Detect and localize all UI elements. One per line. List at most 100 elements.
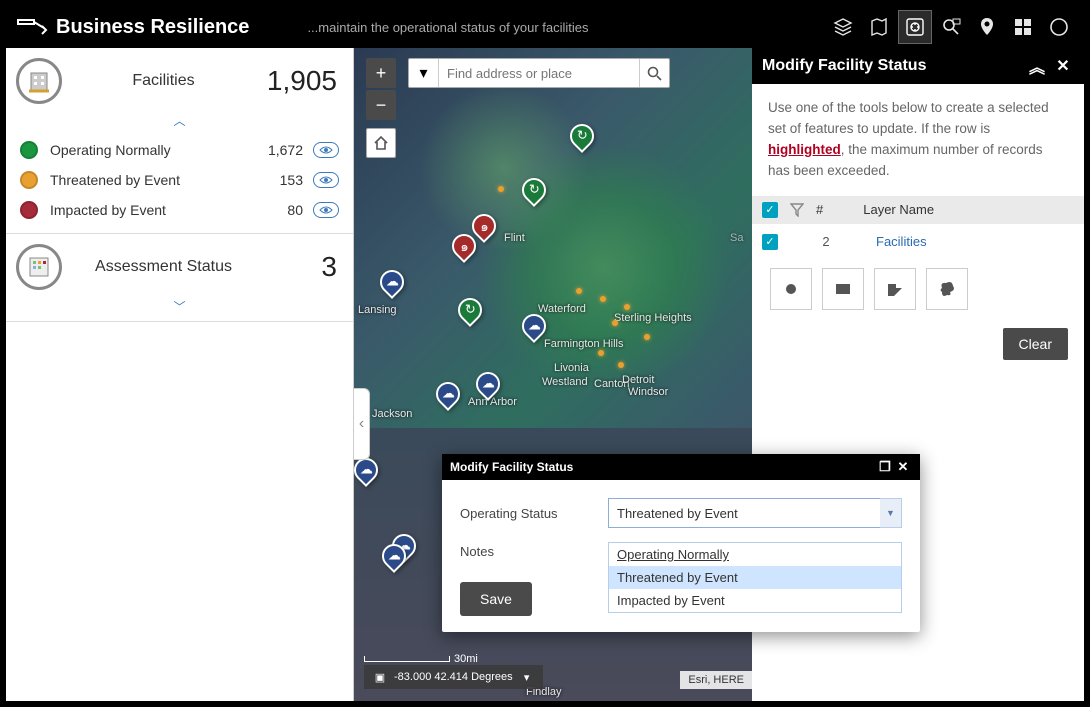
select-all-checkbox[interactable]: ✓ bbox=[762, 202, 778, 218]
zoom-in-button[interactable]: + bbox=[366, 58, 396, 88]
selection-tools bbox=[752, 260, 1084, 318]
layers-tool-icon[interactable] bbox=[826, 10, 860, 44]
facility-dot-icon[interactable] bbox=[598, 350, 604, 356]
zoom-out-button[interactable]: − bbox=[366, 90, 396, 120]
facilities-count: 1,905 bbox=[257, 65, 337, 97]
status-dot-icon bbox=[20, 171, 38, 189]
map-label: Lansing bbox=[358, 304, 397, 316]
more-tool-icon[interactable] bbox=[1042, 10, 1076, 44]
facilities-panel: Facilities 1,905 ︿ Operating Normally 1,… bbox=[6, 48, 353, 234]
map-marker-icon[interactable]: ☁ bbox=[522, 314, 546, 344]
scale-text: 30mi bbox=[454, 653, 478, 665]
coords-dropdown-icon[interactable]: ▾ bbox=[519, 669, 535, 685]
status-row-impacted: Impacted by Event 80 bbox=[20, 195, 339, 225]
map-marker-icon[interactable]: ☁ bbox=[380, 270, 404, 300]
coords-text: -83.000 42.414 Degrees bbox=[394, 671, 513, 683]
map-label: Farmington Hills bbox=[544, 338, 623, 350]
left-sidebar: Facilities 1,905 ︿ Operating Normally 1,… bbox=[6, 48, 354, 701]
status-row-normal: Operating Normally 1,672 bbox=[20, 135, 339, 165]
layer-table-row: ✓ 2 Facilities bbox=[752, 224, 1084, 260]
notes-label: Notes bbox=[460, 544, 608, 559]
facility-dot-icon[interactable] bbox=[624, 304, 630, 310]
popup-close-icon[interactable]: ✕ bbox=[894, 459, 912, 475]
select-dropdown-icon[interactable]: ▼ bbox=[880, 498, 902, 528]
query-tool-icon[interactable] bbox=[934, 10, 968, 44]
select-point-tool[interactable] bbox=[770, 268, 812, 310]
popup-title: Modify Facility Status bbox=[450, 460, 573, 474]
facility-dot-icon[interactable] bbox=[576, 288, 582, 294]
visibility-toggle-icon[interactable] bbox=[313, 142, 339, 158]
visibility-toggle-icon[interactable] bbox=[313, 202, 339, 218]
facility-dot-icon[interactable] bbox=[644, 334, 650, 340]
status-count: 1,672 bbox=[268, 142, 303, 158]
dropdown-option[interactable]: Operating Normally bbox=[609, 543, 901, 566]
map-marker-icon[interactable]: ↻ bbox=[570, 124, 594, 154]
opstatus-select[interactable]: Threatened by Event ▼ bbox=[608, 498, 902, 528]
facility-dot-icon[interactable] bbox=[600, 296, 606, 302]
sidebar-collapse-button[interactable]: ‹ bbox=[354, 388, 370, 460]
header-toolbar bbox=[826, 10, 1076, 44]
map-marker-icon[interactable]: ☁ bbox=[476, 372, 500, 402]
facility-dot-icon[interactable] bbox=[618, 362, 624, 368]
facility-dot-icon[interactable] bbox=[498, 186, 504, 192]
visibility-toggle-icon[interactable] bbox=[313, 172, 339, 188]
map-label: Jackson bbox=[372, 408, 412, 420]
map-label: Sa bbox=[730, 232, 743, 244]
coordinates-bar: ▣ -83.000 42.414 Degrees ▾ bbox=[364, 665, 543, 689]
col-number: # bbox=[816, 202, 823, 217]
clear-selection-button[interactable]: Clear bbox=[1003, 328, 1068, 360]
grid-tool-icon[interactable] bbox=[1006, 10, 1040, 44]
map-marker-icon[interactable]: ☁ bbox=[436, 382, 460, 412]
assessment-expand-icon[interactable]: ﹀ bbox=[6, 296, 353, 321]
panel-close-icon[interactable]: ✕ bbox=[1052, 55, 1074, 77]
map-label: Windsor bbox=[628, 386, 668, 398]
pin-tool-icon[interactable] bbox=[970, 10, 1004, 44]
save-button[interactable]: Save bbox=[460, 582, 532, 616]
coords-expand-icon[interactable]: ▣ bbox=[372, 669, 388, 685]
dropdown-option[interactable]: Threatened by Event bbox=[609, 566, 901, 589]
status-dot-icon bbox=[20, 201, 38, 219]
status-count: 80 bbox=[287, 202, 303, 218]
opstatus-value: Threatened by Event bbox=[617, 506, 738, 521]
row-checkbox[interactable]: ✓ bbox=[762, 234, 778, 250]
app-subtitle: ...maintain the operational status of yo… bbox=[307, 20, 588, 35]
map-label: Flint bbox=[504, 232, 525, 244]
status-label: Threatened by Event bbox=[50, 172, 180, 188]
map-marker-icon[interactable]: ↻ bbox=[458, 298, 482, 328]
home-extent-button[interactable] bbox=[366, 128, 396, 158]
status-row-threatened: Threatened by Event 153 bbox=[20, 165, 339, 195]
edit-tool-icon[interactable] bbox=[898, 10, 932, 44]
select-lasso-tool[interactable] bbox=[926, 268, 968, 310]
facilities-collapse-icon[interactable]: ︿ bbox=[6, 110, 353, 135]
search-input[interactable] bbox=[439, 59, 639, 87]
select-rectangle-tool[interactable] bbox=[822, 268, 864, 310]
status-label: Operating Normally bbox=[50, 142, 171, 158]
right-panel-title: Modify Facility Status bbox=[762, 57, 926, 75]
panel-instructions: Use one of the tools below to create a s… bbox=[752, 84, 1084, 196]
filter-icon[interactable] bbox=[790, 203, 804, 217]
search-source-dropdown[interactable]: ▾ bbox=[409, 59, 439, 87]
map-label: Westland bbox=[542, 376, 588, 388]
assessment-panel-icon bbox=[16, 244, 62, 290]
facilities-panel-icon bbox=[16, 58, 62, 104]
assessment-title: Assessment Status bbox=[70, 258, 257, 276]
select-polygon-tool[interactable] bbox=[874, 268, 916, 310]
map-marker-icon[interactable]: ☁ bbox=[354, 458, 378, 488]
row-layer-link[interactable]: Facilities bbox=[876, 234, 927, 249]
assessment-count: 3 bbox=[257, 251, 337, 283]
map-marker-icon[interactable]: ↻ bbox=[522, 178, 546, 208]
facility-dot-icon[interactable] bbox=[612, 320, 618, 326]
popup-maximize-icon[interactable]: ❐ bbox=[876, 459, 894, 475]
search-button[interactable] bbox=[639, 59, 669, 87]
zoom-control: + − bbox=[366, 58, 396, 158]
dropdown-option[interactable]: Impacted by Event bbox=[609, 589, 901, 612]
basemap-tool-icon[interactable] bbox=[862, 10, 896, 44]
assessment-panel: Assessment Status 3 ﹀ bbox=[6, 234, 353, 322]
map-marker-icon[interactable]: ☁ bbox=[382, 544, 406, 574]
map-marker-icon[interactable]: ๑ bbox=[452, 234, 476, 264]
facilities-title: Facilities bbox=[70, 72, 257, 90]
row-count: 2 bbox=[816, 234, 836, 249]
map-label: Livonia bbox=[554, 362, 589, 374]
panel-collapse-icon[interactable]: ︽ bbox=[1026, 55, 1048, 77]
col-layer-name: Layer Name bbox=[863, 202, 934, 217]
